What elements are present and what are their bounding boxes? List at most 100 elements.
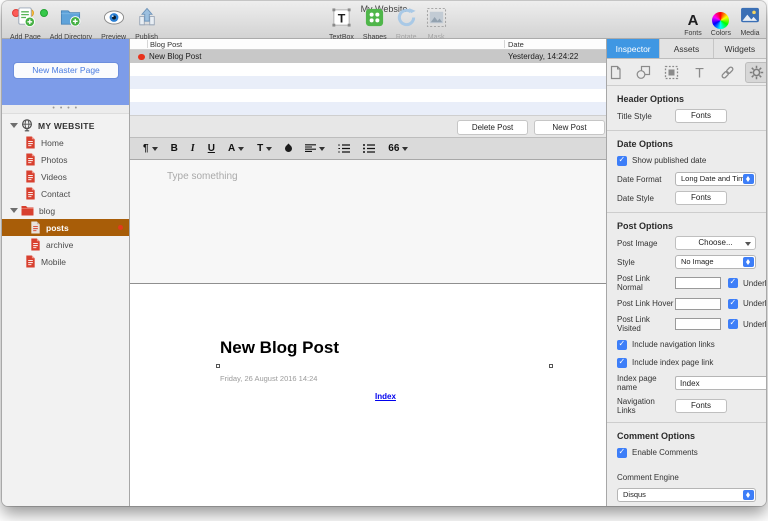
shapes-icon [364, 7, 385, 33]
page-icon [26, 255, 35, 268]
add-page-button[interactable]: Add Page [10, 7, 41, 41]
date-style-fonts-button[interactable]: Fonts [675, 191, 727, 205]
shape-inspector-button[interactable] [633, 63, 654, 82]
comment-engine-label: Comment Engine [617, 473, 679, 482]
settings-inspector-button[interactable] [745, 61, 766, 83]
style-select[interactable]: No Image [675, 255, 756, 269]
sidebar-splitter[interactable]: • • • • [2, 105, 129, 114]
date-style-label: Date Style [617, 193, 654, 203]
preview-post-title[interactable]: New Blog Post [220, 338, 339, 358]
site-name-label: MY WEBSITE [38, 120, 95, 131]
underline-hover-checkbox[interactable] [728, 298, 738, 309]
quote-menu[interactable]: 66 [388, 143, 409, 154]
selection-handle[interactable] [216, 364, 220, 368]
post-link-hover-color-well[interactable] [675, 297, 721, 310]
post-link-visited-color-well[interactable] [675, 318, 721, 330]
link-inspector-button[interactable] [717, 63, 738, 82]
format-toolbar: ¶ B I U A T 66 [130, 137, 610, 160]
comment-engine-select[interactable]: Disqus [617, 488, 756, 502]
fill-inspector-button[interactable] [661, 63, 682, 82]
media-icon [740, 7, 760, 29]
post-list-header: Blog Post Date [130, 39, 610, 50]
publish-button[interactable]: Publish [135, 7, 158, 41]
bold-button[interactable]: B [171, 143, 178, 154]
enable-comments-checkbox[interactable] [617, 447, 627, 458]
disclosure-triangle-icon[interactable] [10, 208, 18, 213]
include-navigation-links-checkbox[interactable] [617, 339, 627, 350]
numbered-list-button[interactable] [338, 144, 351, 153]
site-globe-icon [21, 119, 33, 132]
delete-post-button[interactable]: Delete Post [457, 120, 528, 135]
media-label: Media [740, 30, 760, 37]
post-link-hover-label: Post Link Hover [617, 299, 674, 308]
alignment-menu[interactable] [305, 144, 326, 153]
titlebar: My Website Add Page Add Directory Previe… [2, 1, 766, 41]
textbox-button[interactable]: T TextBox [329, 7, 354, 41]
underline-button[interactable]: U [208, 143, 215, 154]
stepper-icon [743, 257, 754, 267]
textbox-icon: T [331, 7, 352, 33]
selection-fill-icon [664, 65, 679, 79]
preview-button[interactable]: Preview [101, 7, 126, 41]
post-preview-canvas[interactable]: New Blog Post Friday, 26 August 2016 14:… [130, 284, 610, 506]
sidebar-item-contact[interactable]: Contact [2, 185, 129, 202]
post-text-editor[interactable]: Type something [130, 160, 610, 284]
title-style-fonts-button[interactable]: Fonts [675, 109, 727, 123]
column-divider[interactable] [147, 40, 148, 48]
bullet-list-button[interactable] [363, 144, 376, 153]
publish-icon [137, 7, 157, 33]
include-index-page-link-checkbox[interactable] [617, 357, 627, 368]
rotate-button: Rotate [396, 7, 417, 41]
sidebar-item-blog[interactable]: blog [2, 202, 129, 219]
media-button[interactable]: Media [740, 7, 760, 37]
navigation-links-fonts-button[interactable]: Fonts [675, 399, 727, 413]
preview-index-link[interactable]: Index [375, 392, 396, 401]
show-published-date-checkbox[interactable] [617, 155, 627, 166]
sidebar-item-mobile[interactable]: Mobile [2, 253, 129, 270]
post-list-row[interactable]: New Blog Post Yesterday, 14:24:22 [130, 50, 610, 63]
underline-normal-checkbox[interactable] [728, 277, 738, 288]
tab-inspector[interactable]: Inspector [607, 39, 661, 58]
disclosure-triangle-icon[interactable] [10, 123, 18, 128]
column-blog-post[interactable]: Blog Post [150, 40, 182, 49]
sidebar-item-archive[interactable]: archive [2, 236, 129, 253]
page-inspector-button[interactable] [607, 63, 626, 82]
sidebar-item-videos[interactable]: Videos [2, 168, 129, 185]
selection-handle[interactable] [549, 364, 553, 368]
new-master-page-button[interactable]: New Master Page [13, 62, 119, 79]
paragraph-style-menu[interactable]: ¶ [143, 143, 158, 154]
modified-dot [118, 225, 123, 230]
add-page-icon [15, 7, 36, 33]
text-icon: T [695, 65, 704, 80]
post-link-normal-color-well[interactable] [675, 277, 721, 289]
new-post-button[interactable]: New Post [534, 120, 605, 135]
fonts-label: Fonts [684, 30, 702, 37]
column-divider[interactable] [504, 40, 505, 48]
italic-button[interactable]: I [191, 143, 195, 154]
toolbar-left-group: Add Page Add Directory Preview Publish [10, 7, 158, 41]
text-inspector-button[interactable]: T [689, 63, 710, 82]
sidebar-item-posts[interactable]: posts [2, 219, 129, 236]
index-page-name-input[interactable] [675, 376, 766, 390]
shapes-button[interactable]: Shapes [363, 7, 387, 41]
date-format-select[interactable]: Long Date and Time [675, 172, 756, 186]
fonts-button[interactable]: A Fonts [684, 12, 702, 37]
post-link-normal-label: Post Link Normal [617, 274, 650, 292]
post-image-choose-button[interactable]: Choose... [675, 236, 756, 250]
mask-button: Mask [426, 7, 447, 41]
tab-widgets[interactable]: Widgets [713, 39, 766, 58]
fonts-icon: A [687, 12, 699, 29]
text-size-menu[interactable]: T [257, 143, 273, 154]
sidebar-item-home[interactable]: Home [2, 134, 129, 151]
tab-assets[interactable]: Assets [660, 39, 714, 58]
column-date[interactable]: Date [508, 40, 524, 49]
colors-button[interactable]: Colors [711, 12, 731, 37]
font-menu[interactable]: A [228, 143, 245, 154]
underline-visited-checkbox[interactable] [728, 318, 738, 329]
sidebar-item-photos[interactable]: Photos [2, 151, 129, 168]
add-directory-button[interactable]: Add Directory [50, 7, 92, 41]
preview-post-date: Friday, 26 August 2016 14:24 [220, 374, 318, 383]
text-color-button[interactable] [283, 143, 294, 154]
sidebar-item-my-website[interactable]: MY WEBSITE [2, 117, 129, 134]
link-icon [721, 66, 734, 78]
